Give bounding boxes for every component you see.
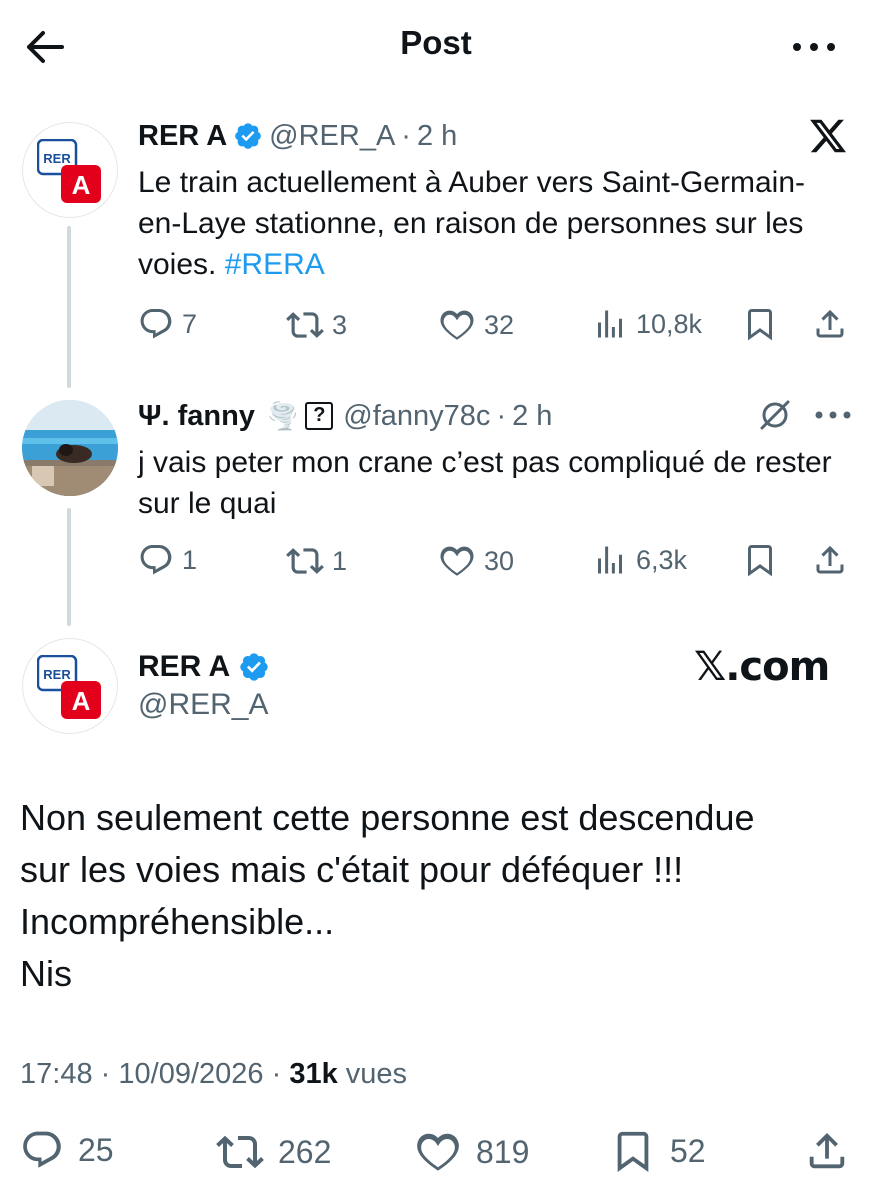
post-text: j vais peter mon crane c’est pas compliq… [138,446,832,520]
rer-logo: RER A [37,655,101,719]
text-line: Incompréhensible... [20,901,335,942]
post-time[interactable]: 2 h [512,400,552,433]
grok-icon[interactable] [758,398,792,432]
author-name[interactable]: Ψ. fanny [138,400,255,433]
like-button[interactable]: 30 [438,542,514,580]
thread-connector [67,508,71,626]
avatar[interactable]: RER A [22,638,118,734]
x-logo-icon [806,116,850,156]
bookmark-icon [610,1128,656,1174]
verified-badge-icon [233,121,263,151]
bookmark-icon [742,542,778,578]
repost-button[interactable]: 3 [286,306,347,344]
tweet-header: RER A @RER_A · 2 h [138,116,457,156]
reply-icon [138,542,174,578]
reply-button[interactable]: 7 [138,306,197,342]
post-time[interactable]: 2 h [417,120,457,153]
tornado-emoji: 🌪️ [266,400,300,431]
author-name[interactable]: RER A [138,120,227,153]
profile-photo [22,400,118,496]
repost-button[interactable]: 262 [216,1128,331,1176]
more-dots-icon[interactable] [814,410,852,420]
bookmark-button[interactable] [742,542,778,578]
reply-icon [20,1128,64,1172]
main-post-author: RER A [138,646,270,688]
share-icon [812,306,848,342]
repost-button[interactable]: 1 [286,542,347,580]
views-count: 31k [289,1058,338,1090]
views-icon [592,306,628,342]
bookmark-button[interactable]: 52 [610,1128,706,1174]
share-button[interactable] [812,306,848,342]
author-handle[interactable]: @RER_A [269,120,395,153]
repost-icon [286,542,324,580]
avatar[interactable]: RER A [22,122,118,218]
separator-dot: · [496,399,507,432]
like-button[interactable]: 32 [438,306,514,344]
author-handle[interactable]: @RER_A [138,688,269,722]
share-icon [812,542,848,578]
separator-dot: · [401,119,411,152]
thread-connector [67,226,71,388]
svg-text:A: A [72,686,91,716]
svg-text:A: A [72,170,91,200]
text-line: sur les voies mais c'était pour déféquer… [20,849,684,890]
top-bar: Post [0,0,872,92]
bookmark-button[interactable] [742,306,778,342]
post-date[interactable]: 10/09/2026 [118,1058,263,1090]
reply-button[interactable]: 1 [138,542,197,578]
repost-icon [286,306,324,344]
page-title: Post [400,24,472,61]
heart-icon [414,1128,462,1176]
svg-text:RER: RER [43,151,71,166]
share-button[interactable] [804,1128,850,1174]
svg-text:RER: RER [43,667,71,682]
rer-logo: RER A [37,139,101,203]
text-line: Nis [20,953,72,994]
verified-badge-icon [238,651,270,683]
more-options-button[interactable] [788,30,840,64]
views-button[interactable]: 10,8k [592,306,702,342]
views-button[interactable]: 6,3k [592,542,687,578]
views-icon [592,542,628,578]
tweet-header: Ψ. fanny 🌪️ ? @fanny78c · 2 h [138,396,552,436]
author-handle[interactable]: @fanny78c [343,400,490,433]
share-icon [804,1128,850,1174]
post-meta: 17:48 · 10/09/2026 · 31k vues [20,1058,408,1090]
hashtag-link[interactable]: #RERA [225,248,325,281]
bookmark-icon [742,306,778,342]
author-name[interactable]: RER A [138,650,230,684]
heart-icon [438,306,476,344]
reply-icon [138,306,174,342]
share-button[interactable] [812,542,848,578]
post-time[interactable]: 17:48 [20,1058,93,1090]
x-com-watermark: 𝕏.com [694,644,830,690]
views-label: vues [345,1058,408,1090]
like-button[interactable]: 819 [414,1128,529,1176]
more-dots-icon [793,43,835,51]
reply-button[interactable]: 25 [20,1128,114,1172]
text-line: Non seulement cette personne est descend… [20,797,755,838]
avatar[interactable] [22,400,118,496]
post-text: Le train actuellement à Auber vers Saint… [138,166,805,281]
heart-icon [438,542,476,580]
repost-icon [216,1128,264,1176]
unknown-emoji-badge: ? [305,402,334,430]
main-post-text: Non seulement cette personne est descend… [20,792,860,1000]
